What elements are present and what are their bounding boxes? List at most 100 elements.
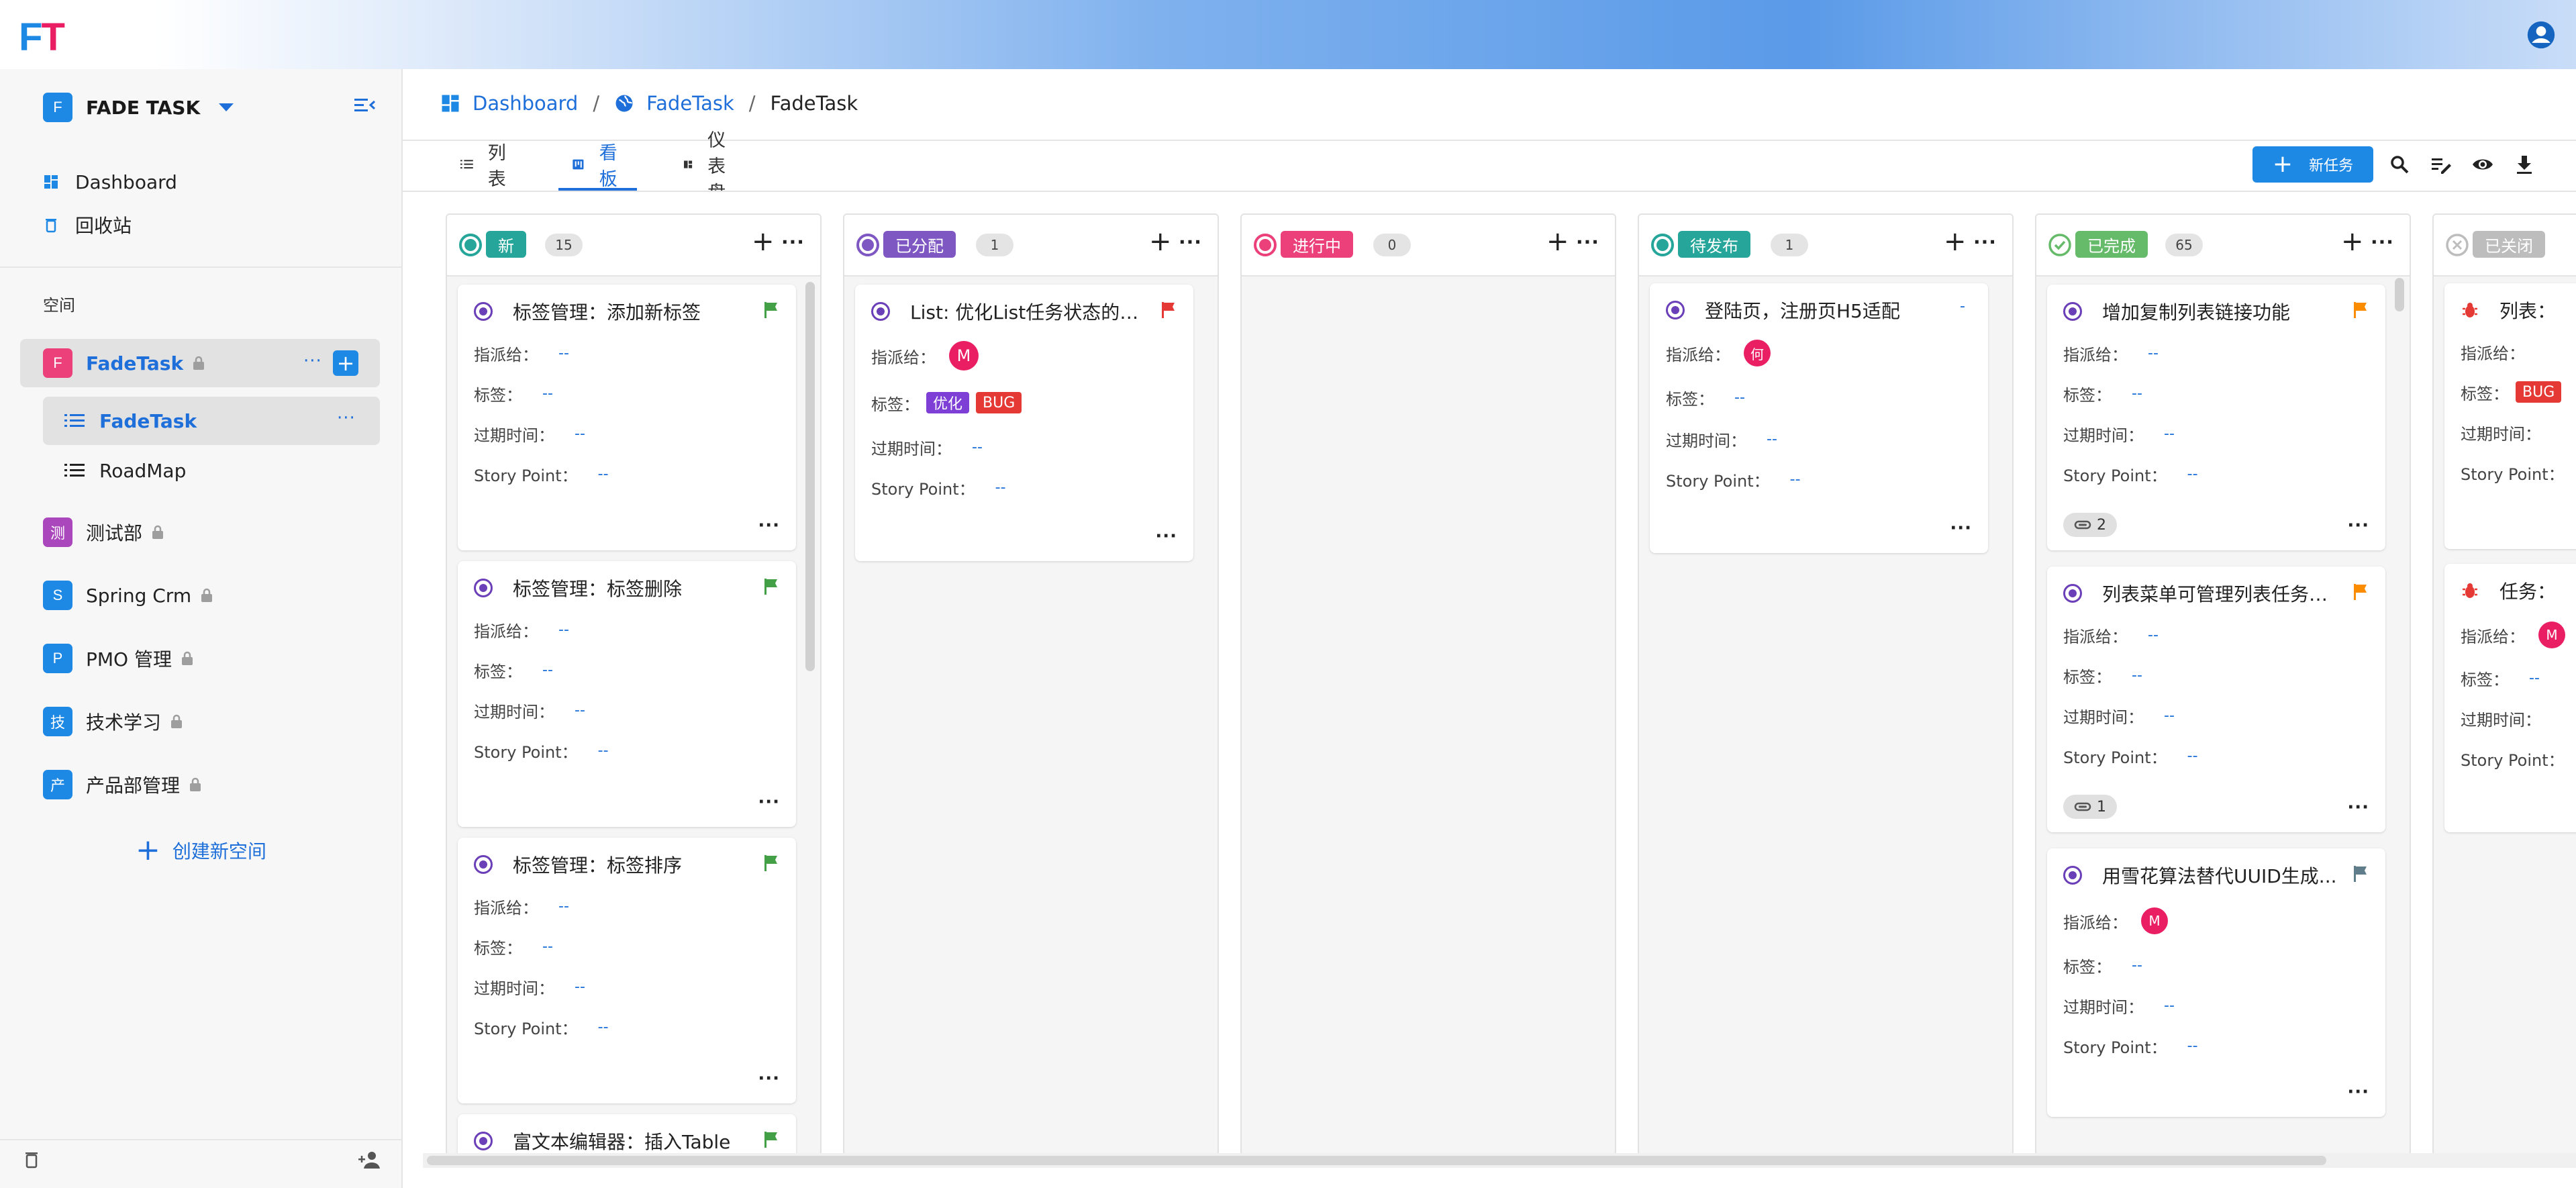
download-icon[interactable] (2513, 153, 2536, 176)
task-card[interactable]: 富文本编辑器：插入Table (458, 1114, 796, 1154)
column-more-button[interactable]: ··· (1576, 231, 1599, 253)
card-more-button[interactable]: ··· (758, 792, 780, 812)
task-card[interactable]: 用雪花算法替代UUID生成... 指派给： M 标签： -- 过期时间： -- Sto… (2047, 848, 2385, 1117)
tag-badge[interactable]: BUG (2516, 381, 2562, 403)
breadcrumb-space[interactable]: FadeTask (646, 92, 734, 115)
task-title: 标签管理：添加新标签 (513, 301, 701, 324)
account-icon[interactable] (2526, 20, 2556, 50)
assignee-avatar[interactable]: 何 (1744, 340, 1771, 366)
task-card[interactable]: 任务： 指派给： M 标签： -- 过期时间： Story Point： (2444, 564, 2576, 832)
column-header: 已分配 1 + ··· (844, 215, 1218, 277)
priority-flag-icon (764, 1132, 777, 1148)
task-card[interactable]: 标签管理：添加新标签 指派给： -- 标签： -- 过期时间： -- Story Po… (458, 285, 796, 550)
eye-icon[interactable] (2471, 153, 2494, 176)
filter-edit-icon[interactable] (2430, 153, 2453, 176)
assignee-avatar[interactable]: M (2141, 907, 2168, 934)
collapse-sidebar-icon[interactable] (353, 96, 376, 115)
assignee-avatar[interactable]: M (949, 341, 979, 370)
tag-badge[interactable]: 优化 (926, 392, 970, 413)
add-task-button[interactable]: + (752, 228, 775, 255)
breadcrumb-dashboard[interactable]: Dashboard (473, 92, 578, 115)
task-card[interactable]: 标签管理：标签排序 指派给： -- 标签： -- 过期时间： -- Story Poi… (458, 838, 796, 1103)
column-more-button[interactable]: ··· (1179, 231, 1202, 253)
add-user-icon[interactable] (357, 1150, 383, 1170)
task-card[interactable]: 增加复制列表链接功能 指派给： -- 标签： -- 过期时间： -- Story Po… (2047, 285, 2385, 550)
board-horizontal-scrollbar[interactable] (427, 1156, 2326, 1165)
lock-icon (193, 356, 205, 370)
status-dot-icon (1254, 234, 1277, 256)
app-logo[interactable]: FT (19, 15, 65, 60)
list-more-button[interactable]: ··· (337, 408, 356, 428)
attachment-count-badge[interactable]: 1 (2063, 795, 2117, 819)
status-radio-icon (1666, 301, 1685, 319)
tags-field: 标签： -- (2063, 666, 2142, 687)
trash-icon[interactable] (23, 1150, 40, 1170)
card-more-button[interactable]: ··· (2347, 515, 2369, 536)
card-more-button[interactable]: ··· (1155, 526, 1177, 546)
add-task-button[interactable]: + (1546, 228, 1569, 255)
tab-list[interactable]: 列表 (447, 141, 526, 190)
card-more-button[interactable]: ··· (758, 515, 780, 536)
search-icon[interactable] (2388, 153, 2411, 176)
due-date-field: 过期时间： -- (474, 701, 585, 722)
space-item-product-dept[interactable]: 产 产品部管理 (20, 760, 380, 809)
spaces-section-label: 空间 (43, 296, 75, 315)
task-count-badge: 65 (2165, 234, 2203, 256)
add-task-button[interactable]: + (2341, 228, 2364, 255)
tab-dashboard[interactable]: 仪表盘 (670, 130, 748, 203)
add-task-button[interactable]: + (1149, 228, 1172, 255)
sidebar-item-roadmap-list[interactable]: RoadMap (43, 446, 380, 495)
card-more-button[interactable]: ··· (758, 1069, 780, 1089)
sidebar-footer-divider (0, 1139, 401, 1140)
workspace-switcher[interactable]: F FADE TASK (43, 91, 234, 124)
lock-icon (181, 651, 193, 665)
column-more-button[interactable]: ··· (2371, 231, 2394, 253)
dashboard-icon (684, 160, 693, 168)
task-card[interactable]: 列表： 指派给： 标签： BUG 过期时间： Story Point： (2444, 283, 2576, 549)
assignee-field: 指派给： -- (474, 621, 569, 641)
attachment-icon (2074, 520, 2091, 530)
column-scrollbar[interactable] (2395, 278, 2404, 311)
status-label: 已完成 (2075, 231, 2148, 258)
new-task-button[interactable]: + 新任务 (2252, 146, 2373, 183)
assignee-avatar[interactable]: M (2538, 622, 2565, 648)
story-point-field: Story Point： -- (2063, 465, 2198, 485)
column-more-button[interactable]: ··· (781, 231, 805, 253)
attachment-count-badge[interactable]: 2 (2063, 513, 2117, 537)
task-card[interactable]: List: 优化List任务状态的编... 指派给： M 标签： 优化 BUG 过期时… (855, 285, 1193, 561)
due-date-field: 过期时间： (2461, 710, 2541, 730)
card-more-button[interactable]: ··· (2347, 797, 2369, 818)
create-space-button[interactable]: + 创建新空间 (136, 836, 266, 865)
tab-board[interactable]: 看板 (558, 141, 637, 191)
card-more-button[interactable]: ··· (2347, 1082, 2369, 1102)
space-item-fadetask[interactable]: F FadeTask (20, 339, 380, 387)
task-count-badge: 0 (1373, 234, 1411, 256)
task-card[interactable]: 登陆页，注册页H5适配 - 指派给：何 标签： -- 过期时间： -- Story … (1650, 283, 1988, 553)
tag-badge[interactable]: BUG (976, 392, 1022, 413)
column-more-button[interactable]: ··· (1973, 231, 1997, 253)
column-scrollbar[interactable] (805, 282, 815, 671)
add-list-button[interactable]: + (333, 350, 358, 376)
task-card[interactable]: 列表菜单可管理列表任务状... 指派给： -- 标签： -- 过期时间： -- Sto… (2047, 566, 2385, 832)
space-avatar: 技 (43, 707, 72, 736)
story-point-field: Story Point： -- (474, 1018, 609, 1038)
tags-field: 标签： BUG (2461, 379, 2562, 405)
space-more-button[interactable]: ··· (303, 351, 322, 371)
space-item-spring-crm[interactable]: S Spring Crm (20, 571, 380, 620)
sidebar-item-trash[interactable]: 回收站 (43, 211, 132, 238)
priority-empty[interactable]: - (1960, 298, 1965, 315)
task-title: List: 优化List任务状态的编... (910, 301, 1152, 324)
tags-field: 标签： -- (474, 661, 553, 681)
card-more-button[interactable]: ··· (1950, 518, 1972, 538)
sidebar-item-dashboard[interactable]: Dashboard (43, 168, 177, 195)
workspace-avatar: F (43, 93, 72, 122)
sidebar-item-fadetask-list[interactable]: FadeTask (43, 397, 380, 445)
space-item-test-dept[interactable]: 测 测试部 (20, 508, 380, 556)
column-header: 进行中 0 + ··· (1242, 215, 1615, 277)
space-item-pmo[interactable]: P PMO 管理 (20, 634, 380, 683)
assignee-field: 指派给： -- (474, 897, 569, 918)
space-item-tech-learning[interactable]: 技 技术学习 (20, 697, 380, 746)
priority-flag-icon (764, 579, 777, 595)
add-task-button[interactable]: + (1944, 228, 1967, 255)
task-card[interactable]: 标签管理：标签删除 指派给： -- 标签： -- 过期时间： -- Story Poi… (458, 561, 796, 827)
